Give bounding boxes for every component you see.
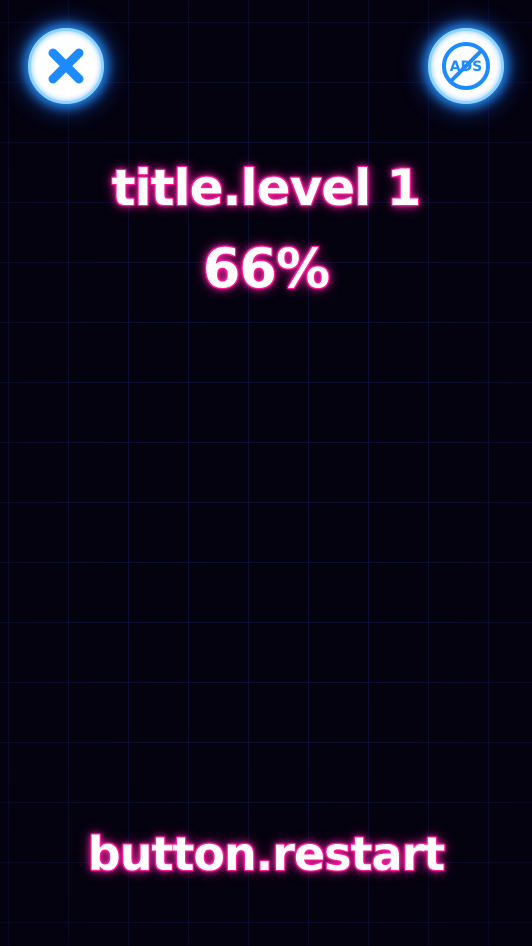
level-progress-percent: 66% <box>202 237 330 300</box>
remove-ads-button[interactable]: ADS <box>428 28 504 104</box>
no-ads-icon-text: ADS <box>450 59 483 75</box>
background-vignette <box>0 0 532 946</box>
game-screen: ADS title.level 1 66% button.restart <box>0 0 532 946</box>
close-x-icon <box>44 44 88 88</box>
level-title: title.level 1 <box>111 159 422 217</box>
no-ads-icon: ADS <box>438 38 494 94</box>
close-button[interactable] <box>28 28 104 104</box>
restart-button[interactable]: button.restart <box>0 824 532 884</box>
